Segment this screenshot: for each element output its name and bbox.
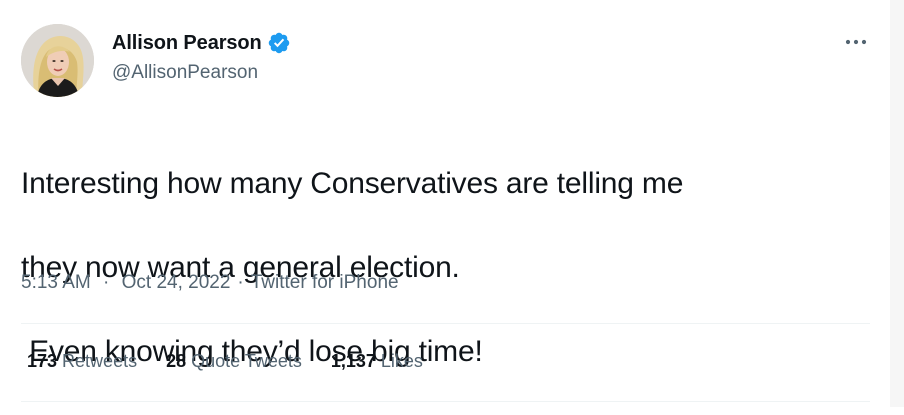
- more-options-button[interactable]: [838, 28, 874, 56]
- divider: [21, 401, 870, 402]
- meta-separator: ·: [103, 272, 110, 293]
- quote-tweets-stat[interactable]: 28 Quote Tweets: [166, 351, 302, 372]
- verified-badge-icon: [267, 31, 291, 55]
- quote-tweets-count: 28: [166, 351, 187, 371]
- likes-count: 1,137: [330, 351, 376, 371]
- tweet-metadata: 5:13 AM · Oct 24, 2022 · Twitter for iPh…: [21, 272, 399, 294]
- avatar[interactable]: [21, 24, 94, 97]
- retweets-label: Retweets: [62, 351, 138, 371]
- retweets-stat[interactable]: 173 Retweets: [27, 351, 137, 372]
- tweet-time: 5:13 AM: [21, 272, 91, 293]
- divider: [21, 323, 870, 324]
- likes-label: Likes: [380, 351, 423, 371]
- author-display-name[interactable]: Allison Pearson: [112, 32, 262, 55]
- more-dots-icon: [845, 39, 867, 45]
- tweet-card: Allison Pearson @AllisonPearson Interest…: [0, 0, 904, 407]
- likes-stat[interactable]: 1,137 Likes: [331, 351, 423, 372]
- retweets-count: 173: [27, 351, 58, 371]
- tweet-date: Oct 24, 2022: [121, 272, 231, 293]
- scrollbar-track[interactable]: [890, 0, 904, 407]
- author-handle[interactable]: @AllisonPearson: [112, 62, 258, 84]
- quote-tweets-label: Quote Tweets: [191, 351, 302, 371]
- tweet-timestamp-link[interactable]: 5:13 AM · Oct 24, 2022: [21, 272, 230, 294]
- profile-photo: [21, 24, 94, 97]
- tweet-text-line: Interesting how many Conservatives are t…: [21, 167, 684, 200]
- author-name-row: Allison Pearson: [112, 30, 291, 56]
- tweet-stats: 173 Retweets 28 Quote Tweets 1,137 Likes: [27, 351, 452, 372]
- meta-separator: ·: [237, 272, 244, 293]
- tweet-source-link[interactable]: Twitter for iPhone: [251, 272, 399, 294]
